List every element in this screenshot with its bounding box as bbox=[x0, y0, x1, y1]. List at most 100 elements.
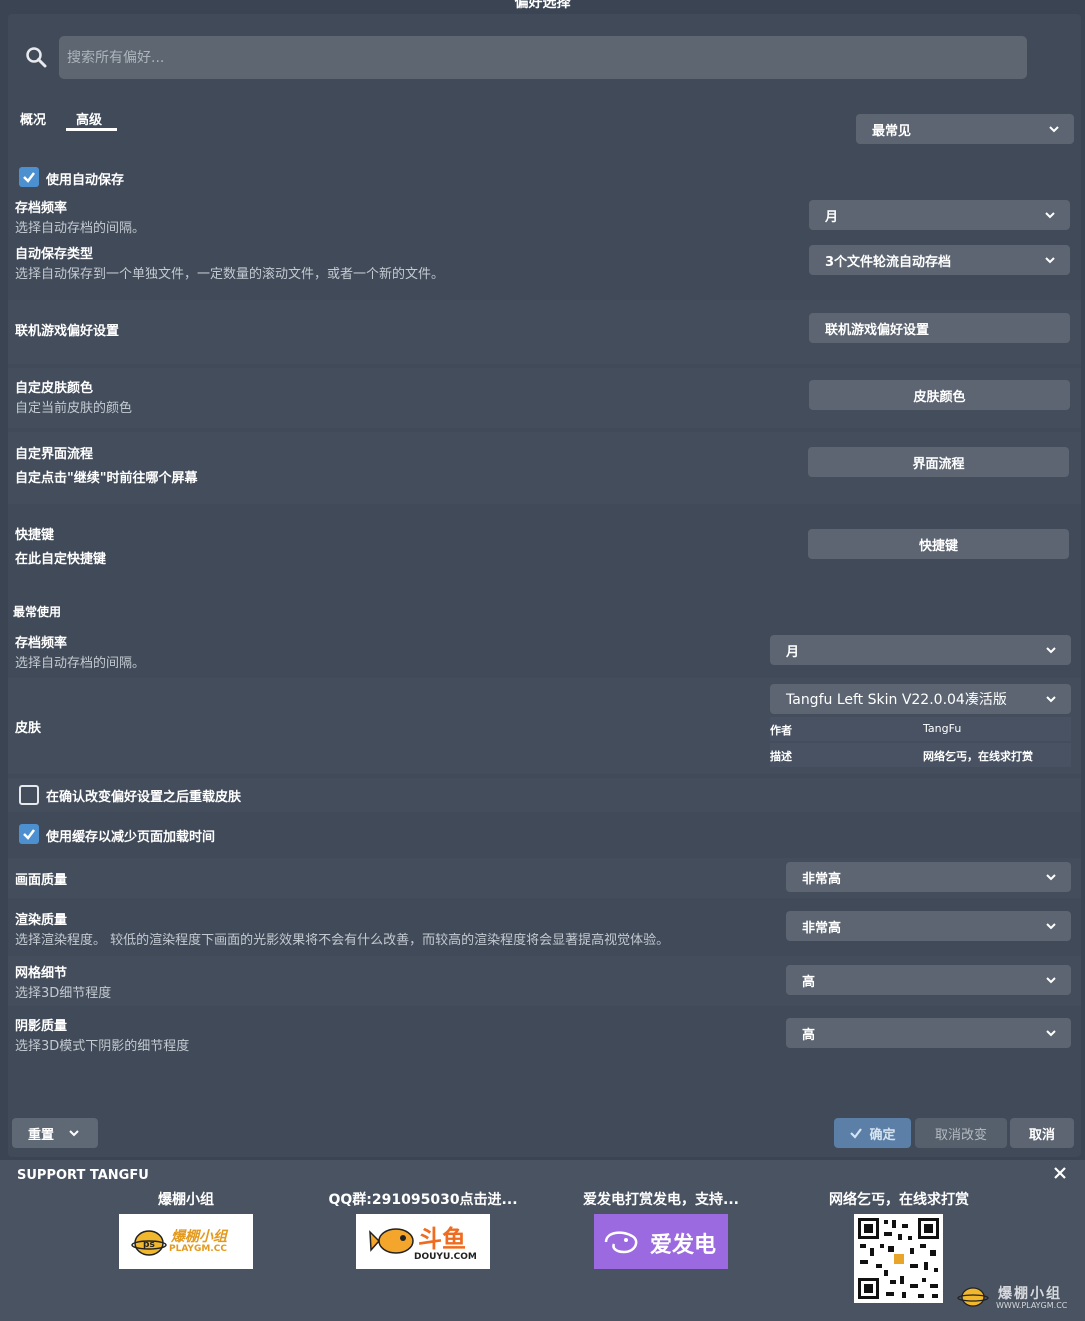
afdian-icon bbox=[604, 1231, 638, 1254]
render-dropdown[interactable]: 非常高 bbox=[786, 911, 1071, 941]
autosave-type-value: 3个文件轮流自动存档 bbox=[825, 254, 952, 270]
douyu-logo-sub: DOUYU.COM bbox=[414, 1252, 477, 1262]
afdian-logo-text: 爱发电 bbox=[650, 1233, 717, 1258]
autosave-checkbox[interactable] bbox=[19, 167, 39, 187]
autosave-label: 使用自动保存 bbox=[46, 173, 125, 188]
save-frequency-desc: 选择自动存档的间隔。 bbox=[15, 221, 146, 236]
skin-author-row bbox=[770, 717, 1071, 741]
mu-save-frequency-desc: 选择自动存档的间隔。 bbox=[15, 656, 146, 671]
tab-overview[interactable]: 概况 bbox=[20, 109, 46, 128]
skin-dropdown[interactable]: Tangfu Left Skin V22.0.04凑活版 bbox=[770, 684, 1071, 714]
save-frequency-label: 存档频率 bbox=[15, 201, 68, 216]
support-caption-4: 网络乞丐，在线求打赏 bbox=[829, 1192, 969, 1208]
reset-button[interactable]: 重置 bbox=[12, 1118, 98, 1148]
skin-value: Tangfu Left Skin V22.0.04凑活版 bbox=[786, 692, 1007, 708]
douyu-logo-text: 斗鱼 bbox=[418, 1225, 466, 1253]
watermark-text: 爆棚小组 bbox=[998, 1286, 1062, 1302]
qr-code-image bbox=[858, 1218, 939, 1299]
chevron-down-icon bbox=[1046, 874, 1056, 881]
cancel-button[interactable]: 取消 bbox=[1010, 1118, 1074, 1148]
reset-label: 重置 bbox=[28, 1127, 55, 1143]
interface-flow-button[interactable]: 界面流程 bbox=[808, 447, 1069, 477]
hotkeys-desc: 在此自定快捷键 bbox=[15, 552, 107, 567]
douyu-logo[interactable]: 斗鱼 DOUYU.COM bbox=[356, 1214, 490, 1269]
render-label: 渲染质量 bbox=[15, 913, 68, 928]
filter-dropdown[interactable]: 最常见 bbox=[856, 114, 1074, 144]
watermark-sub: WWW.PLAYGM.CC bbox=[996, 1301, 1068, 1310]
watermark-bee-icon bbox=[957, 1287, 989, 1307]
ok-button[interactable]: 确定 bbox=[834, 1118, 911, 1148]
flow-desc: 自定点击"继续"时前往哪个屏幕 bbox=[15, 471, 198, 486]
flow-label: 自定界面流程 bbox=[15, 447, 94, 462]
use-cache-label: 使用缓存以减少页面加载时间 bbox=[46, 830, 216, 845]
shadow-desc: 选择3D模式下阴影的细节程度 bbox=[15, 1039, 190, 1054]
skin-author-value: TangFu bbox=[923, 722, 962, 735]
undo-changes-button[interactable]: 取消改变 bbox=[915, 1118, 1007, 1148]
shadow-label: 阴影质量 bbox=[15, 1019, 68, 1034]
support-caption-1: 爆棚小组 bbox=[158, 1192, 214, 1208]
mesh-dropdown[interactable]: 高 bbox=[786, 965, 1071, 995]
afdian-logo[interactable]: 爱发电 bbox=[594, 1214, 728, 1269]
skin-color-button[interactable]: 皮肤颜色 bbox=[809, 380, 1070, 410]
svg-text:ps: ps bbox=[143, 1240, 155, 1250]
playgm-logo[interactable]: ps 爆棚小组 PLAYGM.CC bbox=[119, 1214, 253, 1269]
mu-save-frequency-value: 月 bbox=[786, 644, 800, 660]
chevron-down-icon bbox=[1045, 257, 1055, 264]
skin-desc-value: 网络乞丐，在线求打赏 bbox=[923, 750, 1033, 763]
support-caption-3: 爱发电打赏发电，支持... bbox=[583, 1192, 739, 1208]
search-input[interactable] bbox=[59, 36, 1027, 79]
chevron-down-icon bbox=[1046, 923, 1056, 930]
qr-code bbox=[854, 1214, 943, 1303]
save-frequency-value: 月 bbox=[825, 209, 839, 225]
use-cache-checkbox[interactable] bbox=[19, 824, 39, 844]
online-label: 联机游戏偏好设置 bbox=[15, 324, 120, 339]
chevron-down-icon bbox=[1046, 1030, 1056, 1037]
mu-save-frequency-dropdown[interactable]: 月 bbox=[770, 635, 1071, 665]
chevron-down-icon bbox=[1046, 977, 1056, 984]
search-box[interactable] bbox=[59, 36, 1027, 79]
autosave-type-desc: 选择自动保存到一个单独文件，一定数量的滚动文件，或者一个新的文件。 bbox=[15, 267, 445, 282]
chevron-down-icon bbox=[1049, 126, 1059, 133]
chevron-down-icon bbox=[1046, 647, 1056, 654]
close-icon[interactable] bbox=[1052, 1165, 1068, 1181]
mesh-label: 网格细节 bbox=[15, 966, 68, 981]
playgm-logo-text: 爆棚小组 bbox=[171, 1229, 227, 1245]
reload-skin-checkbox[interactable] bbox=[19, 785, 39, 805]
skin-color-desc: 自定当前皮肤的颜色 bbox=[15, 401, 133, 416]
check-icon bbox=[23, 172, 35, 183]
check-icon bbox=[23, 829, 35, 840]
quality-value: 非常高 bbox=[802, 871, 842, 887]
tab-active-indicator bbox=[66, 128, 117, 131]
support-title: SUPPORT TANGFU bbox=[17, 1168, 149, 1183]
mesh-desc: 选择3D细节程度 bbox=[15, 986, 112, 1001]
chevron-down-icon bbox=[1046, 696, 1056, 703]
hotkeys-label: 快捷键 bbox=[15, 528, 55, 543]
autosave-type-dropdown[interactable]: 3个文件轮流自动存档 bbox=[809, 245, 1070, 275]
autosave-type-label: 自动保存类型 bbox=[15, 247, 94, 262]
mesh-value: 高 bbox=[802, 974, 816, 990]
search-icon bbox=[26, 47, 47, 68]
filter-value: 最常见 bbox=[872, 123, 912, 139]
skin-author-label: 作者 bbox=[770, 724, 792, 737]
skin-label: 皮肤 bbox=[15, 721, 42, 736]
chevron-down-icon bbox=[1045, 212, 1055, 219]
render-desc: 选择渲染程度。 较低的渲染程度下画面的光影效果将不会有什么改善，而较高的渲染程度… bbox=[15, 933, 670, 948]
check-icon bbox=[850, 1128, 863, 1139]
reload-skin-label: 在确认改变偏好设置之后重载皮肤 bbox=[46, 790, 242, 805]
mu-save-frequency-label: 存档频率 bbox=[15, 636, 68, 651]
render-value: 非常高 bbox=[802, 920, 842, 936]
shadow-dropdown[interactable]: 高 bbox=[786, 1018, 1071, 1048]
skin-color-label: 自定皮肤颜色 bbox=[15, 381, 94, 396]
quality-label: 画面质量 bbox=[15, 873, 68, 888]
most-used-header: 最常使用 bbox=[13, 605, 62, 619]
window-title: 偏好选择 bbox=[514, 0, 571, 11]
support-caption-2: QQ群:291095030点击进... bbox=[328, 1192, 518, 1208]
save-frequency-dropdown[interactable]: 月 bbox=[809, 200, 1070, 230]
hotkeys-button[interactable]: 快捷键 bbox=[808, 529, 1069, 559]
quality-dropdown[interactable]: 非常高 bbox=[786, 862, 1071, 892]
chevron-down-icon bbox=[69, 1130, 79, 1137]
playgm-logo-sub: PLAYGM.CC bbox=[169, 1244, 227, 1254]
online-settings-button[interactable]: 联机游戏偏好设置 bbox=[809, 313, 1070, 343]
tab-advanced[interactable]: 高级 bbox=[76, 109, 102, 128]
ok-label: 确定 bbox=[869, 1127, 896, 1143]
